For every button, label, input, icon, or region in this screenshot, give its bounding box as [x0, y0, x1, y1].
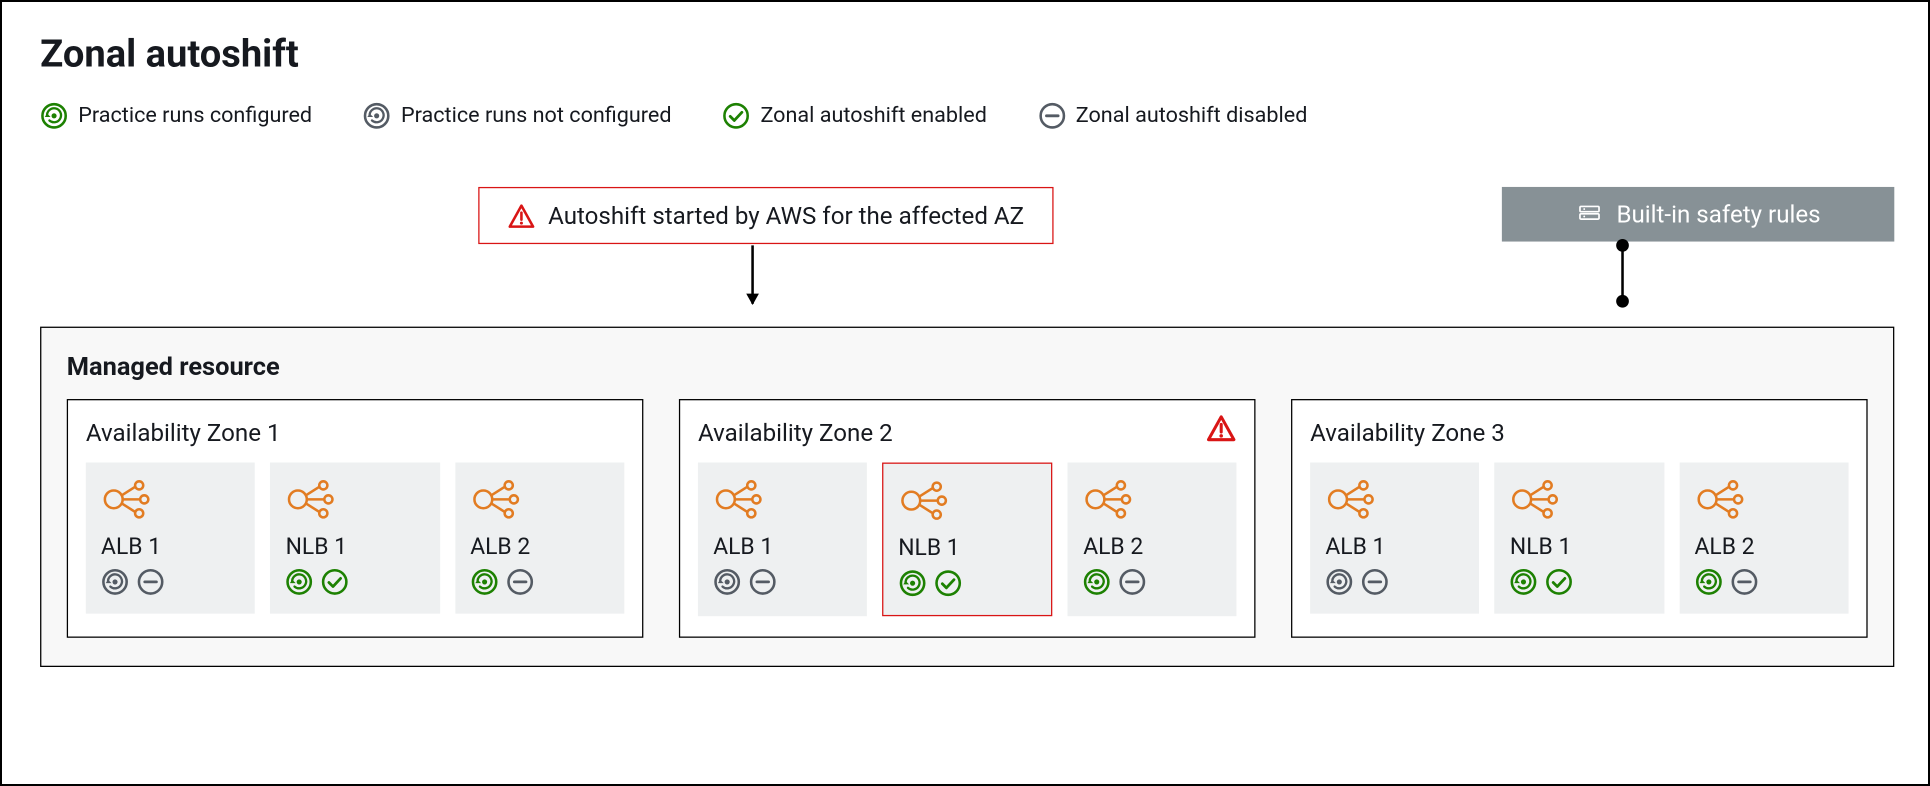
legend-practice-not-configured: Practice runs not configured [363, 102, 672, 130]
load-balancer-icon [1325, 478, 1464, 526]
load-balancer-card: ALB 1 [698, 463, 866, 617]
load-balancer-row: ALB 1 NLB 1 ALB 2 [1310, 463, 1848, 614]
load-balancer-icon [286, 478, 425, 526]
gear-refresh-icon [1510, 568, 1538, 601]
legend-autoshift-disabled: Zonal autoshift disabled [1038, 102, 1308, 130]
legend-label: Zonal autoshift enabled [760, 103, 986, 128]
load-balancer-card: ALB 1 [1310, 463, 1479, 614]
check-circle-icon [722, 102, 750, 130]
legend-label: Zonal autoshift disabled [1076, 103, 1308, 128]
minus-circle-icon [1038, 102, 1066, 130]
load-balancer-status-row [1325, 568, 1464, 601]
alert-banner: Autoshift started by AWS for the affecte… [478, 187, 1053, 244]
check-circle-icon [321, 568, 349, 601]
load-balancer-icon [1694, 478, 1833, 526]
dot-connector [1621, 245, 1624, 301]
load-balancer-label: ALB 2 [1083, 534, 1221, 561]
arrow-connector [751, 245, 754, 303]
load-balancer-status-row [1083, 568, 1221, 601]
load-balancer-label: NLB 1 [898, 535, 1036, 562]
load-balancer-row: ALB 1 NLB 1 ALB 2 [698, 463, 1236, 617]
load-balancer-icon [898, 479, 1036, 527]
availability-zone-box: Availability Zone 3 ALB 1 NLB 1 [1291, 399, 1868, 638]
load-balancer-card: ALB 2 [1068, 463, 1236, 617]
gear-refresh-gray-icon [1325, 568, 1353, 601]
minus-circle-icon [506, 568, 534, 601]
availability-zone-title: Availability Zone 3 [1310, 418, 1848, 447]
load-balancer-label: NLB 1 [1510, 534, 1649, 561]
legend-label: Practice runs not configured [401, 103, 672, 128]
gear-refresh-icon [1694, 568, 1722, 601]
check-circle-icon [1545, 568, 1573, 601]
check-circle-icon [934, 569, 962, 602]
load-balancer-label: ALB 1 [1325, 534, 1464, 561]
load-balancer-card: ALB 1 [86, 463, 255, 614]
availability-zone-title: Availability Zone 2 [698, 418, 1236, 447]
load-balancer-status-row [1510, 568, 1649, 601]
load-balancer-label: ALB 2 [470, 534, 609, 561]
availability-zone-title: Availability Zone 1 [86, 418, 624, 447]
safety-banner: Built-in safety rules [1502, 187, 1894, 242]
load-balancer-row: ALB 1 NLB 1 ALB 2 [86, 463, 624, 614]
load-balancer-status-row [713, 568, 851, 601]
warning-triangle-icon [507, 202, 535, 230]
load-balancer-card: NLB 1 [270, 463, 439, 614]
load-balancer-icon [713, 478, 851, 526]
load-balancer-icon [470, 478, 609, 526]
page-title: Zonal autoshift [40, 32, 1930, 76]
load-balancer-icon [101, 478, 240, 526]
minus-circle-icon [749, 568, 777, 601]
managed-resource-box: Managed resource Availability Zone 1 ALB… [40, 327, 1894, 667]
load-balancer-card: ALB 2 [455, 463, 624, 614]
gear-refresh-icon [1083, 568, 1111, 601]
load-balancer-card: ALB 2 [1679, 463, 1848, 614]
minus-circle-icon [1361, 568, 1389, 601]
load-balancer-status-row [101, 568, 240, 601]
gear-refresh-gray-icon [101, 568, 129, 601]
load-balancer-label: ALB 1 [713, 534, 851, 561]
rules-list-icon [1576, 200, 1604, 228]
load-balancer-label: ALB 2 [1694, 534, 1833, 561]
minus-circle-icon [137, 568, 165, 601]
availability-zone-box: Availability Zone 1 ALB 1 NLB 1 [67, 399, 644, 638]
legend: Practice runs configured Practice runs n… [40, 102, 1930, 130]
legend-practice-configured: Practice runs configured [40, 102, 312, 130]
legend-label: Practice runs configured [78, 103, 312, 128]
load-balancer-status-row [286, 568, 425, 601]
load-balancer-label: ALB 1 [101, 534, 240, 561]
load-balancer-card: NLB 1 [882, 463, 1053, 617]
load-balancer-icon [1083, 478, 1221, 526]
load-balancer-icon [1510, 478, 1649, 526]
safety-banner-text: Built-in safety rules [1616, 200, 1820, 229]
gear-refresh-icon [286, 568, 314, 601]
load-balancer-status-row [898, 569, 1036, 602]
load-balancer-status-row [470, 568, 609, 601]
gear-refresh-icon [40, 102, 68, 130]
load-balancer-card: NLB 1 [1495, 463, 1664, 614]
managed-resource-title: Managed resource [67, 351, 1868, 381]
availability-zone-box: Availability Zone 2 ALB 1 NLB 1 [679, 399, 1256, 638]
load-balancer-status-row [1694, 568, 1833, 601]
gear-refresh-icon [898, 569, 926, 602]
warning-triangle-icon [1206, 413, 1236, 449]
minus-circle-icon [1119, 568, 1147, 601]
gear-refresh-gray-icon [363, 102, 391, 130]
alert-banner-text: Autoshift started by AWS for the affecte… [548, 201, 1024, 230]
load-balancer-label: NLB 1 [286, 534, 425, 561]
minus-circle-icon [1730, 568, 1758, 601]
gear-refresh-icon [470, 568, 498, 601]
legend-autoshift-enabled: Zonal autoshift enabled [722, 102, 987, 130]
gear-refresh-gray-icon [713, 568, 741, 601]
